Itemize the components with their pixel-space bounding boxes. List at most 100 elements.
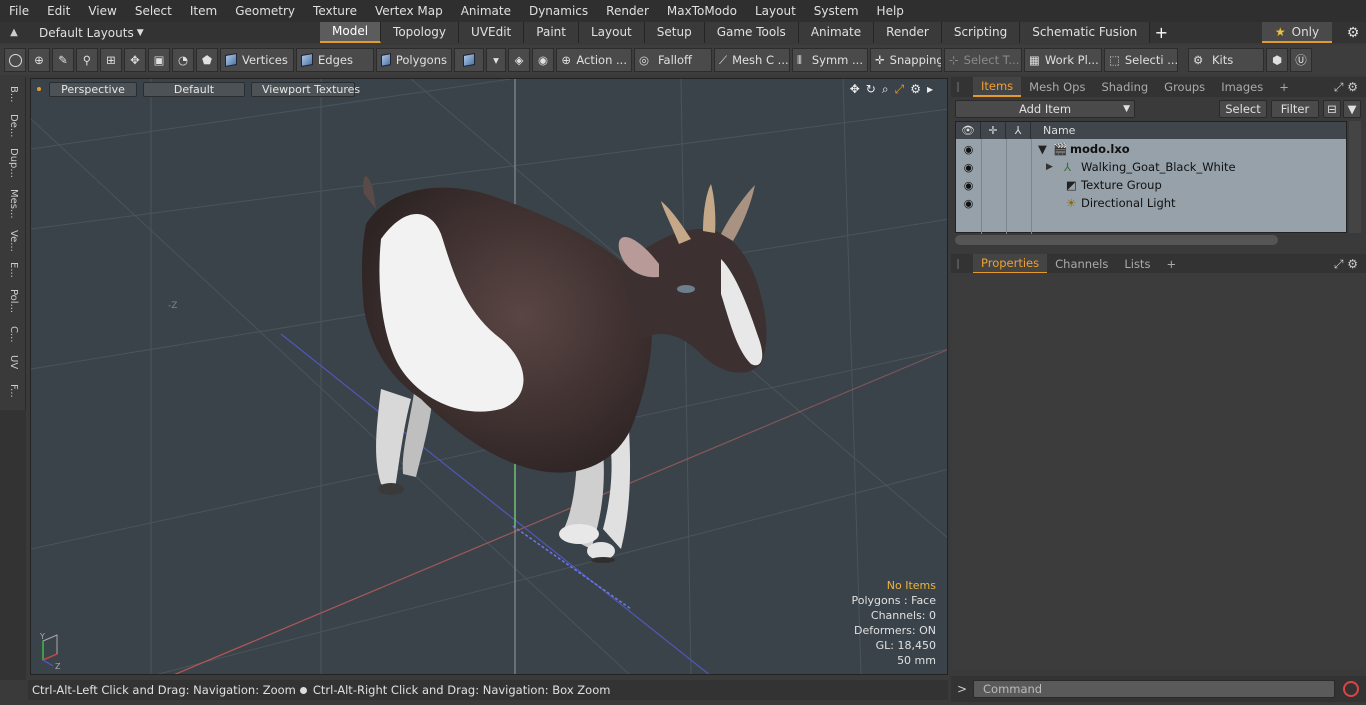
menu-help[interactable]: Help <box>868 0 913 22</box>
select-through-button[interactable]: ⊹ Select T... <box>944 48 1022 72</box>
solid-shape-icon[interactable]: ⬟ <box>196 48 218 72</box>
tab-uvedit[interactable]: UVEdit <box>459 22 525 43</box>
action-center-button[interactable]: ⊕ Action ... <box>556 48 632 72</box>
orbit-icon[interactable]: ↻ <box>866 82 876 97</box>
filter-button[interactable]: Filter <box>1271 100 1319 118</box>
circle-select-icon[interactable] <box>4 48 26 72</box>
tool-vertex[interactable]: Ve... <box>4 227 22 255</box>
tab-images[interactable]: Images <box>1213 77 1271 97</box>
kits-button[interactable]: ⚙ Kits <box>1188 48 1264 72</box>
eye-icon[interactable]: ◉ <box>956 161 981 174</box>
expand-icon[interactable]: ▼ <box>1038 142 1047 156</box>
menu-render[interactable]: Render <box>597 0 658 22</box>
menu-view[interactable]: View <box>79 0 125 22</box>
tool-polygon[interactable]: Pol... <box>4 285 22 317</box>
tab-mesh-ops[interactable]: Mesh Ops <box>1021 77 1093 97</box>
unity-icon[interactable]: ⬢ <box>1266 48 1288 72</box>
rotate-icon[interactable]: ◔ <box>172 48 194 72</box>
tool-edge[interactable]: E... <box>4 259 22 281</box>
filter-funnel-icon[interactable]: ▼ <box>1343 100 1361 118</box>
tool-duplicate[interactable]: Dup... <box>4 145 22 181</box>
tab-topology[interactable]: Topology <box>381 22 460 43</box>
menu-item[interactable]: Item <box>181 0 226 22</box>
eye-icon[interactable]: ◉ <box>956 197 981 210</box>
viewport-gear-icon[interactable]: ⚙ <box>910 82 921 97</box>
item-list-scrollbar[interactable] <box>1349 121 1361 233</box>
viewport-options-dot[interactable] <box>37 87 41 91</box>
tool-mesh[interactable]: Mes... <box>4 185 22 223</box>
eye-icon[interactable]: ◉ <box>956 179 981 192</box>
pan-icon[interactable]: ✥ <box>850 82 860 97</box>
tab-items[interactable]: Items <box>973 77 1022 97</box>
collapse-icon[interactable]: ⊟ <box>1323 100 1341 118</box>
viewport-textures-button[interactable]: Viewport Textures <box>251 81 360 97</box>
tab-layout[interactable]: Layout <box>578 22 645 43</box>
goat-model[interactable] <box>361 176 767 563</box>
tab-render[interactable]: Render <box>874 22 942 43</box>
type-header-icon[interactable]: ⅄ <box>1006 122 1031 139</box>
tool-deform[interactable]: De... <box>4 111 22 141</box>
zoom-icon[interactable]: ⌕ <box>882 82 889 97</box>
tab-lists[interactable]: Lists <box>1116 254 1158 274</box>
symmetry-button[interactable]: ⫴ Symm ... <box>792 48 868 72</box>
polygons-button[interactable]: Polygons <box>376 48 452 72</box>
brush-icon[interactable]: ⚲ <box>76 48 98 72</box>
tab-channels[interactable]: Channels <box>1047 254 1116 274</box>
menu-dynamics[interactable]: Dynamics <box>520 0 597 22</box>
mode-dropdown-icon[interactable]: ▾ <box>486 48 506 72</box>
texture-mode-icon[interactable]: ◉ <box>532 48 554 72</box>
menu-maxtomodo[interactable]: MaxToModo <box>658 0 746 22</box>
visibility-header-icon[interactable]: 👁 <box>956 122 981 139</box>
maximize-icon[interactable]: ⤢ <box>895 82 905 97</box>
tab-model[interactable]: Model <box>320 22 382 43</box>
3d-viewport[interactable]: Y Z -Z Perspective Default Viewport Text… <box>30 78 948 675</box>
tab-game-tools[interactable]: Game Tools <box>704 22 799 43</box>
material-mode-icon[interactable]: ◈ <box>508 48 530 72</box>
tab-setup[interactable]: Setup <box>644 22 705 43</box>
shading-button[interactable]: Default <box>143 81 245 97</box>
menu-system[interactable]: System <box>805 0 868 22</box>
pen-icon[interactable]: ✎ <box>52 48 74 72</box>
scale-icon[interactable]: ▣ <box>148 48 170 72</box>
menu-texture[interactable]: Texture <box>304 0 366 22</box>
only-toggle[interactable]: ★ Only <box>1262 22 1332 43</box>
add-tab-icon[interactable]: + <box>1150 23 1172 42</box>
command-input[interactable]: Command <box>973 680 1335 698</box>
add-panel-tab-icon[interactable]: + <box>1158 254 1184 274</box>
list-item-light[interactable]: ◉ ☀ Directional Light <box>956 194 1346 212</box>
panel-options-icons[interactable]: ⤢ ⚙ <box>1334 257 1358 272</box>
menu-select[interactable]: Select <box>126 0 181 22</box>
lock-header-icon[interactable]: ✛ <box>981 122 1006 139</box>
menu-geometry[interactable]: Geometry <box>226 0 304 22</box>
tool-uv[interactable]: UV <box>4 351 22 373</box>
list-item-texture-group[interactable]: ◉ ◩ Texture Group <box>956 176 1346 194</box>
mesh-constraints-button[interactable]: ⟋ Mesh C ... <box>714 48 790 72</box>
tab-schematic-fusion[interactable]: Schematic Fusion <box>1020 22 1151 43</box>
layouts-dropdown[interactable]: ▲ Default Layouts ▼ <box>0 22 320 43</box>
gear-icon[interactable]: ⚙ <box>1340 25 1366 41</box>
list-item-mesh[interactable]: ◉ ▶ ⅄ Walking_Goat_Black_White <box>956 158 1346 176</box>
collapse-arrow-icon[interactable]: ▲ <box>7 27 21 38</box>
tool-fusion[interactable]: F... <box>4 377 22 405</box>
name-header[interactable]: Name <box>1031 124 1075 137</box>
move-icon[interactable]: ✥ <box>124 48 146 72</box>
list-item-scene[interactable]: ◉ ▼ 🎬 modo.lxo <box>956 140 1346 158</box>
item-list-hscrollbar[interactable] <box>955 235 1278 245</box>
record-icon[interactable] <box>1343 681 1359 697</box>
add-item-button[interactable]: Add Item ▼ <box>955 100 1135 118</box>
tab-paint[interactable]: Paint <box>524 22 579 43</box>
menu-animate[interactable]: Animate <box>452 0 520 22</box>
expand-right-icon[interactable]: ▶ <box>1046 162 1053 172</box>
tab-groups[interactable]: Groups <box>1156 77 1213 97</box>
viewport-expand-icon[interactable]: ▸ <box>927 82 933 97</box>
snapping-button[interactable]: ✛ Snapping <box>870 48 942 72</box>
falloff-button[interactable]: ◎ Falloff <box>634 48 712 72</box>
globe-icon[interactable]: ⊕ <box>28 48 50 72</box>
tab-animate[interactable]: Animate <box>798 22 875 43</box>
panel-options-icons[interactable]: ⤢ ⚙ <box>1334 80 1358 95</box>
tool-basic[interactable]: B... <box>4 81 22 107</box>
edges-button[interactable]: Edges <box>296 48 374 72</box>
eye-icon[interactable]: ◉ <box>956 143 981 156</box>
vertices-button[interactable]: Vertices <box>220 48 294 72</box>
item-mode-button[interactable] <box>454 48 484 72</box>
